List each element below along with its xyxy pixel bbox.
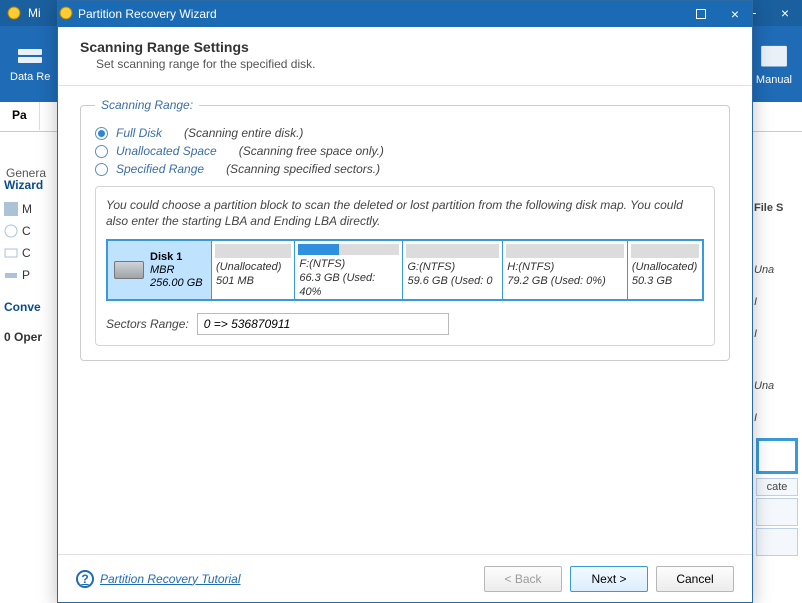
option-label: Full Disk	[116, 126, 162, 140]
partition-sub: 50.3 GB	[628, 275, 702, 289]
sectors-range-row: Sectors Range:	[106, 313, 704, 335]
outer-close-button[interactable]: ×	[768, 0, 802, 26]
partition-title: F:(NTFS)	[295, 258, 402, 272]
open-operations-label: 0 Oper	[0, 324, 60, 350]
option-label: Unallocated Space	[116, 144, 217, 158]
app-icon	[4, 3, 24, 23]
disk-name: Disk 1	[150, 251, 182, 263]
help-link-text: Partition Recovery Tutorial	[100, 572, 241, 586]
cancel-button[interactable]: Cancel	[656, 566, 734, 592]
disk-map-hint: You could choose a partition block to sc…	[106, 197, 704, 229]
disk-header[interactable]: Disk 1 MBR 256.00 GB	[108, 241, 212, 299]
wizard-body: Scanning Range: Full Disk (Scanning enti…	[58, 86, 752, 554]
option-full-disk[interactable]: Full Disk (Scanning entire disk.)	[95, 126, 715, 140]
partition-title: (Unallocated)	[212, 261, 294, 275]
right-lbl-2: I	[752, 318, 802, 350]
side-item-3[interactable]: P	[0, 264, 60, 286]
wizard-heading: Scanning Range Settings	[80, 39, 730, 55]
ribbon-manual[interactable]: Manual	[756, 42, 792, 86]
wizard-close-button[interactable]: ×	[718, 1, 752, 27]
right-cell-a[interactable]	[756, 498, 798, 526]
partition-title: H:(NTFS)	[503, 261, 627, 275]
right-header: File S	[752, 192, 802, 224]
partition-sub: 79.2 GB (Used: 0%)	[503, 275, 627, 289]
partition-block[interactable]: G:(NTFS)59.6 GB (Used: 0	[403, 241, 503, 299]
partition-title: (Unallocated)	[628, 261, 702, 275]
wizard-titlebar[interactable]: Partition Recovery Wizard ×	[58, 1, 752, 27]
left-header-wizard: Wizard	[0, 172, 60, 198]
option-unallocated-space[interactable]: Unallocated Space (Scanning free space o…	[95, 144, 715, 158]
option-desc: (Scanning specified sectors.)	[226, 162, 380, 176]
radio-icon	[95, 127, 108, 140]
hard-disk-icon	[114, 261, 144, 279]
right-lbl-1: I	[752, 286, 802, 318]
left-panel: Wizard M C C P Conve 0 Oper	[0, 132, 60, 350]
disk-map: Disk 1 MBR 256.00 GB (Unallocated)501 MB…	[106, 239, 704, 301]
ribbon-data-recovery[interactable]: Data Re	[10, 45, 50, 83]
disk-map-box: You could choose a partition block to sc…	[95, 186, 715, 346]
right-lbl-4: I	[752, 402, 802, 434]
right-cell-b[interactable]	[756, 528, 798, 556]
wizard-title: Partition Recovery Wizard	[74, 7, 684, 21]
next-button[interactable]: Next >	[570, 566, 648, 592]
disk-size: 256.00 GB	[150, 277, 203, 289]
radio-icon	[95, 145, 108, 158]
wizard-icon	[58, 5, 74, 24]
right-chip[interactable]: cate	[756, 478, 798, 496]
wizard-maximize-button[interactable]	[684, 1, 718, 27]
tab-partition[interactable]: Pa	[0, 102, 40, 131]
scanning-range-fieldset: Scanning Range: Full Disk (Scanning enti…	[80, 98, 730, 361]
partition-recovery-wizard-dialog: Partition Recovery Wizard × Scanning Ran…	[57, 0, 753, 603]
left-header-convert: Conve	[0, 294, 60, 320]
wizard-footer: ? Partition Recovery Tutorial < Back Nex…	[58, 554, 752, 602]
partition-sub: 59.6 GB (Used: 0	[403, 275, 502, 289]
help-icon: ?	[76, 570, 94, 588]
right-strip: File S Una I I Una I cate	[752, 132, 802, 558]
partition-title: G:(NTFS)	[403, 261, 502, 275]
option-label: Specified Range	[116, 162, 204, 176]
sectors-range-input[interactable]	[197, 313, 449, 335]
wizard-subheading: Set scanning range for the specified dis…	[80, 57, 730, 71]
partition-sub: 501 MB	[212, 275, 294, 289]
side-item-1[interactable]: C	[0, 220, 60, 242]
scanning-range-legend: Scanning Range:	[95, 98, 199, 112]
right-lbl-3: Una	[752, 370, 802, 402]
partition-sub: 66.3 GB (Used: 40%	[295, 272, 402, 300]
partition-block[interactable]: (Unallocated)501 MB	[212, 241, 295, 299]
option-desc: (Scanning free space only.)	[239, 144, 384, 158]
option-desc: (Scanning entire disk.)	[184, 126, 303, 140]
partition-block[interactable]: H:(NTFS)79.2 GB (Used: 0%)	[503, 241, 628, 299]
partition-block[interactable]: F:(NTFS)66.3 GB (Used: 40%	[295, 241, 403, 299]
right-lbl-0: Una	[752, 254, 802, 286]
right-selection-box[interactable]	[756, 438, 798, 474]
option-specified-range[interactable]: Specified Range (Scanning specified sect…	[95, 162, 715, 176]
app-title: Mi	[28, 6, 41, 20]
side-item-0[interactable]: M	[0, 198, 60, 220]
disk-type: MBR	[150, 264, 174, 276]
side-item-2[interactable]: C	[0, 242, 60, 264]
wizard-header: Scanning Range Settings Set scanning ran…	[58, 27, 752, 86]
back-button[interactable]: < Back	[484, 566, 562, 592]
sectors-range-label: Sectors Range:	[106, 317, 189, 331]
radio-icon	[95, 163, 108, 176]
help-link[interactable]: ? Partition Recovery Tutorial	[76, 570, 241, 588]
partition-block[interactable]: (Unallocated)50.3 GB	[628, 241, 702, 299]
